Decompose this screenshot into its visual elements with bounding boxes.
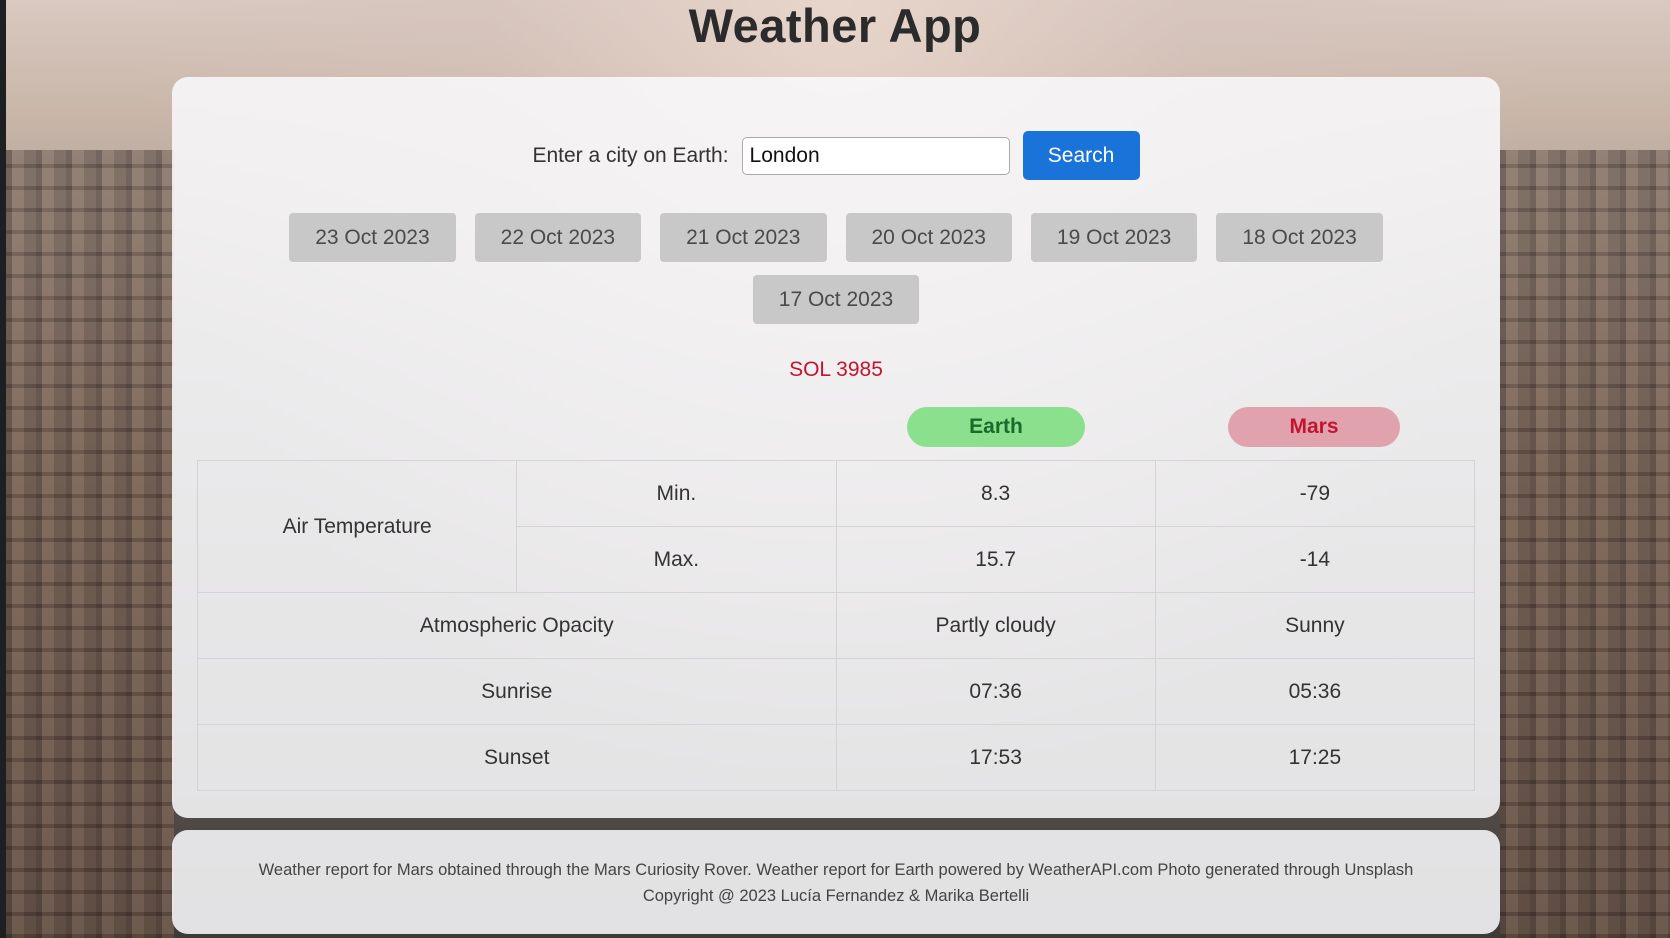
opacity-label: Atmospheric Opacity — [197, 592, 837, 659]
earth-sunset: 17:53 — [835, 724, 1156, 791]
table-row: Sunrise 07:36 05:36 — [197, 658, 1476, 725]
date-selector: 23 Oct 2023 22 Oct 2023 21 Oct 2023 20 O… — [272, 213, 1400, 324]
date-button[interactable]: 19 Oct 2023 — [1030, 213, 1198, 262]
mars-column-header: Mars — [1228, 407, 1400, 447]
sunset-label: Sunset — [197, 724, 837, 791]
date-button[interactable]: 21 Oct 2023 — [660, 213, 827, 262]
date-button[interactable]: 17 Oct 2023 — [752, 275, 920, 324]
search-button[interactable]: Search — [1022, 131, 1140, 180]
weather-comparison-table: Air Temperature Min. 8.3 -79 Max. 15.7 -… — [196, 460, 1476, 791]
date-button[interactable]: 20 Oct 2023 — [845, 213, 1012, 262]
footer-credits: Weather report for Mars obtained through… — [258, 861, 1414, 879]
city-search-input[interactable] — [741, 136, 1010, 175]
table-row: Sunset 17:53 17:25 — [197, 724, 1476, 791]
mars-sunrise: 05:36 — [1154, 658, 1476, 725]
footer: Weather report for Mars obtained through… — [172, 830, 1500, 934]
earth-max-temp: 15.7 — [835, 526, 1156, 593]
search-label: Enter a city on Earth: — [532, 143, 729, 167]
sol-label: SOL 3985 — [789, 358, 883, 381]
earth-min-temp: 8.3 — [835, 460, 1156, 527]
earth-opacity: Partly cloudy — [835, 592, 1156, 659]
max-label: Max. — [516, 526, 837, 593]
earth-column-header: Earth — [907, 407, 1085, 447]
table-row: Air Temperature Min. 8.3 -79 — [196, 460, 1476, 593]
sunrise-label: Sunrise — [197, 658, 837, 725]
mars-min-temp: -79 — [1154, 460, 1476, 527]
mars-opacity: Sunny — [1154, 592, 1476, 659]
air-temperature-label: Air Temperature — [196, 460, 518, 593]
mars-max-temp: -14 — [1154, 526, 1476, 593]
footer-copyright: Copyright @ 2023 Lucía Fernandez & Marik… — [642, 887, 1030, 905]
table-row: Atmospheric Opacity Partly cloudy Sunny — [197, 592, 1476, 659]
weather-card: Enter a city on Earth: Search 23 Oct 202… — [172, 77, 1500, 818]
date-button[interactable]: 23 Oct 2023 — [289, 213, 456, 262]
city-background-right — [1500, 150, 1670, 938]
city-background-left — [6, 150, 174, 938]
earth-sunrise: 07:36 — [835, 658, 1156, 725]
date-button[interactable]: 22 Oct 2023 — [474, 213, 642, 262]
page-title: Weather App — [688, 0, 982, 52]
search-row: Enter a city on Earth: Search — [172, 131, 1500, 180]
mars-sunset: 17:25 — [1154, 724, 1476, 791]
date-button[interactable]: 18 Oct 2023 — [1216, 213, 1383, 262]
min-label: Min. — [516, 460, 837, 527]
